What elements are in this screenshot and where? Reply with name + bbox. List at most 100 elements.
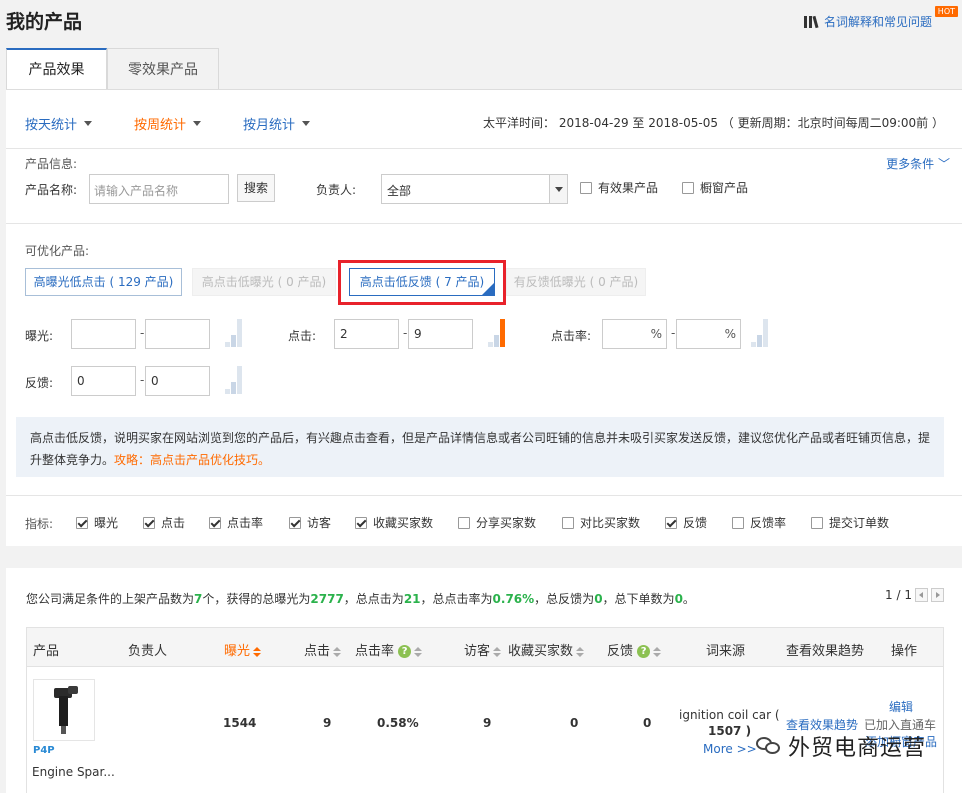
metric-feedback[interactable]: 反馈: [665, 514, 707, 531]
prev-page-icon[interactable]: [915, 588, 928, 602]
owner-label: 负责人:: [316, 183, 357, 197]
percent-sign: %: [650, 327, 662, 341]
checkbox-icon[interactable]: [811, 516, 823, 529]
summary-feedback: 0: [594, 592, 603, 606]
metric-orders[interactable]: 提交订单数: [811, 514, 889, 531]
owner-select[interactable]: 全部: [381, 174, 568, 204]
sort-icon[interactable]: [333, 646, 342, 657]
stat-by-day[interactable]: 按天统计: [25, 114, 93, 133]
checkbox-checked-icon[interactable]: [209, 516, 221, 529]
checkbox-icon[interactable]: [732, 516, 744, 529]
summary-part: ，总下单数为: [602, 592, 675, 606]
metric-ctr[interactable]: 点击率: [209, 514, 263, 531]
checkbox-icon[interactable]: [458, 516, 470, 529]
checkbox-checked-icon[interactable]: [289, 516, 301, 529]
th-visitors[interactable]: 访客: [464, 640, 502, 659]
sort-icon[interactable]: [576, 646, 585, 657]
product-thumbnail[interactable]: [33, 679, 95, 741]
th-exposure[interactable]: 曝光: [224, 640, 262, 659]
sort-icon[interactable]: [653, 646, 662, 657]
tab-zero-effect[interactable]: 零效果产品: [107, 48, 219, 90]
exposure-distribution-icon: [225, 319, 245, 347]
help-link-label[interactable]: 名词解释和常见问题: [824, 13, 932, 30]
chevron-down-icon: [302, 121, 311, 126]
th-clicks[interactable]: 点击: [304, 640, 342, 659]
click-max-input[interactable]: 9: [408, 319, 473, 349]
th-clicks-label[interactable]: 点击: [304, 644, 330, 659]
metric-label: 分享买家数: [476, 516, 537, 530]
product-name-input[interactable]: 请输入产品名称: [89, 174, 229, 204]
metric-feedback-rate[interactable]: 反馈率: [732, 514, 786, 531]
metric-favorites[interactable]: 收藏买家数: [355, 514, 433, 531]
metric-exposure[interactable]: 曝光: [76, 514, 118, 531]
date-range: 太平洋时间： 2018-04-29 至 2018-05-05 （ 更新周期：北京…: [483, 116, 944, 130]
optimization-tips-link[interactable]: 攻略：高点击产品优化技巧。: [114, 453, 270, 467]
th-actions: 操作: [891, 644, 918, 659]
th-favorites[interactable]: 收藏买家数: [508, 640, 585, 659]
stat-by-day-label[interactable]: 按天统计: [25, 114, 77, 133]
click-min-input[interactable]: 2: [334, 319, 399, 349]
ctr-max-input[interactable]: %: [676, 319, 741, 349]
page-indicator: 1 / 1: [885, 588, 912, 602]
pager: 1 / 1: [885, 588, 944, 602]
search-button[interactable]: 搜索: [237, 174, 275, 202]
metric-clicks[interactable]: 点击: [143, 514, 185, 531]
more-conditions-label[interactable]: 更多条件: [886, 157, 934, 171]
opt-high-click-low-exposure[interactable]: 高点击低曝光 ( 0 产品): [192, 268, 336, 296]
product-name[interactable]: Engine Spar...: [32, 765, 115, 779]
keyword-more-link[interactable]: More >>: [703, 742, 757, 756]
divider: [6, 148, 962, 149]
effective-products-checkbox[interactable]: 有效果产品: [580, 179, 658, 196]
edit-link[interactable]: 编辑: [889, 698, 913, 715]
cell-feedback: 0: [643, 716, 652, 730]
next-page-icon[interactable]: [931, 588, 944, 602]
checkbox-icon[interactable]: [682, 181, 694, 194]
sort-icon[interactable]: [493, 646, 502, 657]
feedback-max-input[interactable]: 0: [145, 366, 210, 396]
opt-feedback-low-exposure[interactable]: 有反馈低曝光 ( 0 产品): [506, 268, 646, 296]
summary-ctr: 0.76%: [492, 592, 535, 606]
sort-icon[interactable]: [253, 646, 262, 657]
th-exposure-label[interactable]: 曝光: [224, 644, 250, 659]
tab-product-effect[interactable]: 产品效果: [6, 48, 107, 90]
help-link[interactable]: 名词解释和常见问题: [803, 13, 932, 30]
checkbox-checked-icon[interactable]: [665, 516, 677, 529]
metric-shares[interactable]: 分享买家数: [458, 514, 536, 531]
help-icon[interactable]: ?: [637, 645, 651, 658]
stat-by-month-label[interactable]: 按月统计: [243, 114, 295, 133]
more-conditions-link[interactable]: 更多条件 ﹀: [886, 155, 950, 172]
help-icon[interactable]: ?: [398, 645, 412, 658]
range-dash: -: [140, 326, 145, 340]
checkbox-checked-icon[interactable]: [76, 516, 88, 529]
checkbox-icon[interactable]: [562, 516, 574, 529]
th-ctr-label[interactable]: 点击率: [355, 644, 394, 659]
summary-clicks: 21: [403, 592, 421, 606]
ctr-label: 点击率:: [551, 329, 592, 343]
exposure-min-input[interactable]: [71, 319, 136, 349]
chevron-down-icon[interactable]: [549, 175, 567, 203]
th-feedback[interactable]: 反馈 ?: [607, 640, 662, 659]
metric-visitors[interactable]: 访客: [289, 514, 331, 531]
stat-by-month[interactable]: 按月统计: [243, 114, 311, 133]
range-dash: -: [403, 326, 408, 340]
th-feedback-label[interactable]: 反馈: [607, 644, 633, 659]
checkbox-icon[interactable]: [580, 181, 592, 194]
metric-compares[interactable]: 对比买家数: [562, 514, 640, 531]
stat-by-week[interactable]: 按周统计: [134, 114, 202, 133]
checkbox-checked-icon[interactable]: [355, 516, 367, 529]
stat-by-week-label[interactable]: 按周统计: [134, 114, 186, 133]
th-visitors-label[interactable]: 访客: [464, 644, 490, 659]
cell-visitors: 9: [483, 716, 492, 730]
th-favorites-label[interactable]: 收藏买家数: [508, 644, 573, 659]
metric-label: 点击率: [227, 516, 264, 530]
sort-icon[interactable]: [414, 646, 423, 657]
feedback-min-input[interactable]: 0: [71, 366, 136, 396]
checkbox-checked-icon[interactable]: [143, 516, 155, 529]
ctr-min-input[interactable]: %: [602, 319, 667, 349]
summary-part: ，总反馈为: [534, 592, 595, 606]
metrics-label: 指标:: [25, 517, 54, 531]
window-products-checkbox[interactable]: 橱窗产品: [682, 179, 748, 196]
opt-high-exposure-low-click[interactable]: 高曝光低点击 ( 129 产品): [25, 268, 182, 296]
exposure-max-input[interactable]: [145, 319, 210, 349]
th-ctr[interactable]: 点击率 ?: [355, 640, 423, 659]
